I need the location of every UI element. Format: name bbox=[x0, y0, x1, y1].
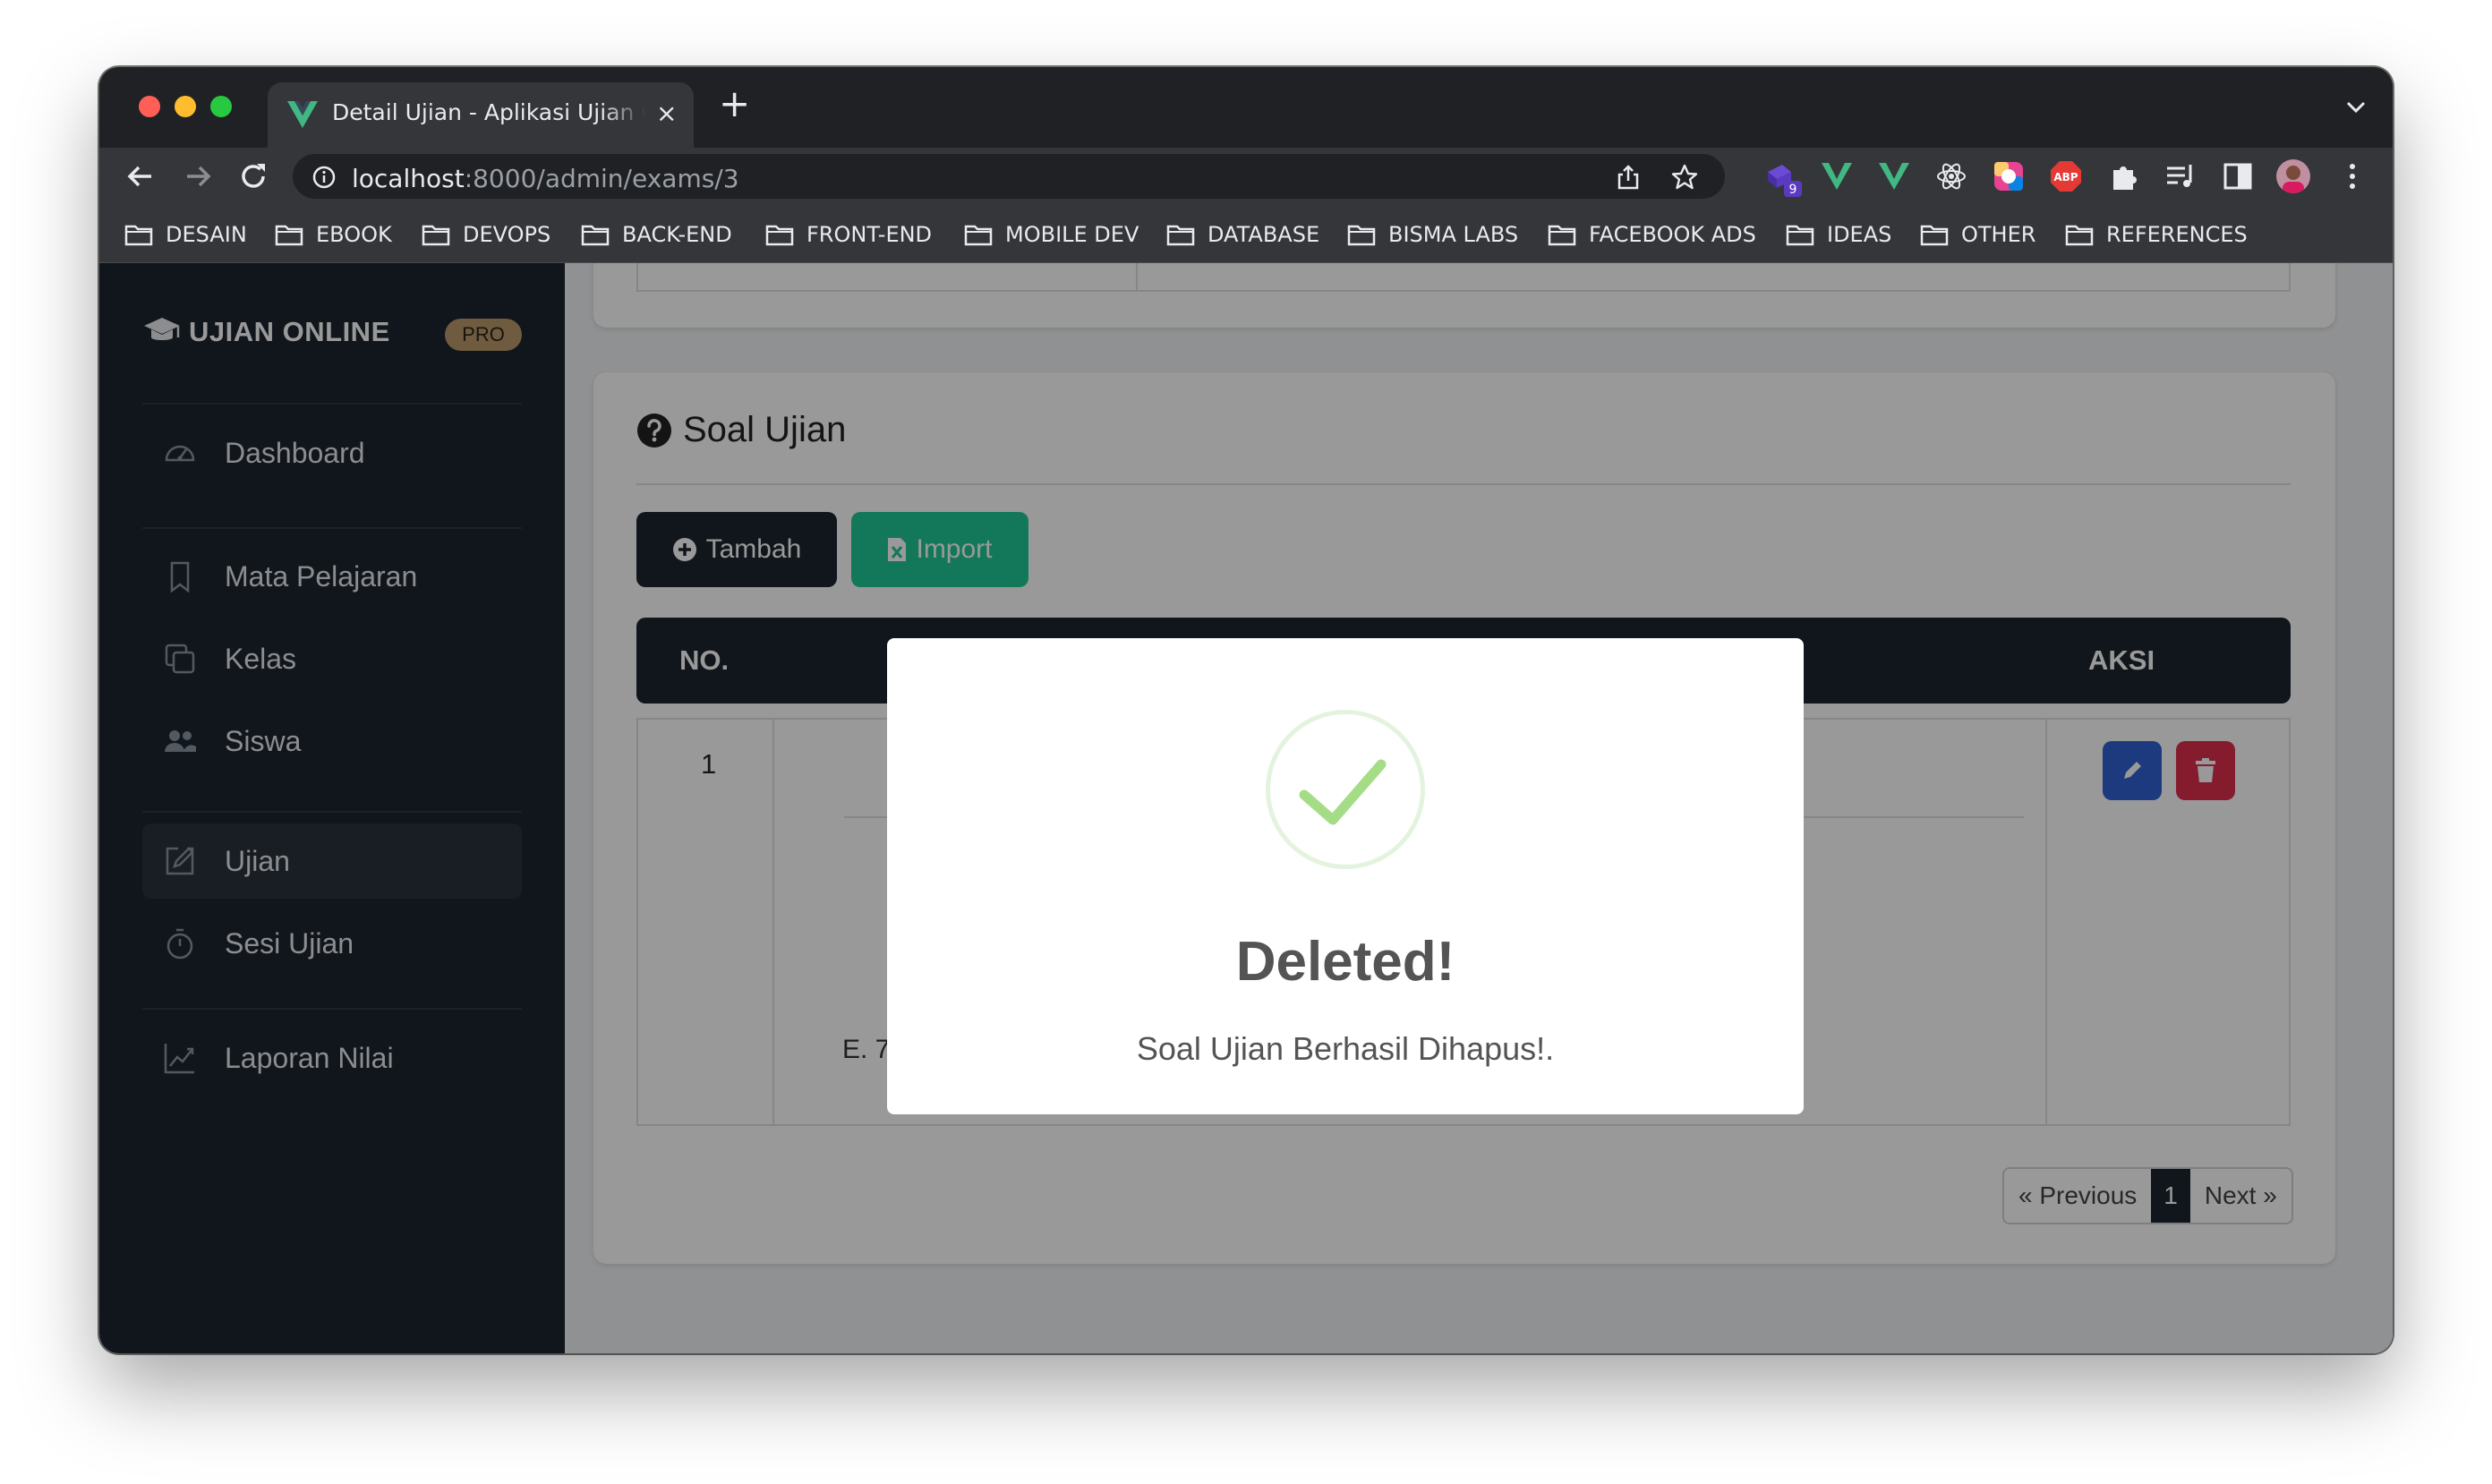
share-icon[interactable] bbox=[1616, 164, 1641, 191]
checkmark-icon bbox=[1299, 759, 1387, 825]
react-icon[interactable] bbox=[1934, 159, 1968, 193]
dialog-message: Soal Ujian Berhasil Dihapus!. bbox=[1136, 1030, 1555, 1067]
close-window-button[interactable] bbox=[139, 96, 160, 117]
more-icon[interactable] bbox=[2335, 159, 2369, 193]
bookmark-folder[interactable]: IDEAS bbox=[1786, 221, 1891, 248]
avatar[interactable] bbox=[2276, 159, 2310, 193]
side-panel-icon[interactable] bbox=[2221, 159, 2255, 193]
svg-text:9: 9 bbox=[1789, 183, 1797, 197]
folder-icon bbox=[422, 225, 450, 246]
success-dialog: Deleted! Soal Ujian Berhasil Dihapus!. bbox=[887, 638, 1804, 1114]
color-picker-icon[interactable] bbox=[1992, 159, 2026, 193]
bookmark-folder[interactable]: REFERENCES bbox=[2065, 221, 2248, 248]
folder-icon bbox=[1166, 225, 1195, 246]
bookmark-folder[interactable]: DATABASE bbox=[1166, 221, 1319, 248]
bookmark-folder[interactable]: FRONT-END bbox=[765, 221, 932, 248]
maximize-window-button[interactable] bbox=[210, 96, 232, 117]
tab-close-icon[interactable]: × bbox=[656, 98, 677, 128]
forward-icon[interactable] bbox=[180, 158, 216, 194]
bookmark-folder[interactable]: OTHER bbox=[1920, 221, 2035, 248]
vue-devtools-icon[interactable] bbox=[1820, 159, 1854, 193]
reload-icon[interactable] bbox=[235, 158, 271, 194]
bookmark-folder[interactable]: BISMA LABS bbox=[1347, 221, 1518, 248]
star-icon[interactable] bbox=[1671, 164, 1698, 191]
folder-icon bbox=[2065, 225, 2094, 246]
new-tab-button[interactable]: + bbox=[719, 85, 750, 123]
bookmark-folder[interactable]: DESAIN bbox=[124, 221, 247, 248]
folder-icon bbox=[1786, 225, 1814, 246]
folder-icon bbox=[1920, 225, 1949, 246]
bookmarks-bar: DESAIN EBOOK DEVOPS BACK-END FRONT-END M… bbox=[99, 205, 2393, 263]
chevron-down-icon[interactable] bbox=[2346, 101, 2366, 114]
url-text: localhost:8000/admin/exams/3 bbox=[352, 164, 739, 193]
back-icon[interactable] bbox=[123, 158, 158, 194]
folder-icon bbox=[765, 225, 794, 246]
vue-devtools-icon[interactable] bbox=[1877, 159, 1911, 193]
tab-strip: Detail Ujian - Aplikasi Ujian Online × + bbox=[99, 67, 2393, 148]
puzzle-icon[interactable] bbox=[2106, 159, 2140, 193]
browser-tab[interactable]: Detail Ujian - Aplikasi Ujian Online × bbox=[268, 82, 694, 148]
success-icon bbox=[1266, 710, 1425, 869]
media-queue-icon[interactable] bbox=[2163, 159, 2198, 193]
minimize-window-button[interactable] bbox=[175, 96, 196, 117]
extension-stack-icon[interactable]: 9 bbox=[1764, 159, 1802, 197]
bookmark-folder[interactable]: BACK-END bbox=[581, 221, 732, 248]
folder-icon bbox=[1548, 225, 1576, 246]
browser-toolbar: localhost:8000/admin/exams/3 9 ABP bbox=[99, 148, 2393, 205]
address-bar[interactable]: localhost:8000/admin/exams/3 bbox=[293, 154, 1725, 199]
bookmark-folder[interactable]: EBOOK bbox=[275, 221, 392, 248]
folder-icon bbox=[581, 225, 610, 246]
tab-title: Detail Ujian - Aplikasi Ujian Online bbox=[332, 99, 645, 125]
adblock-icon[interactable]: ABP bbox=[2049, 159, 2083, 193]
dialog-title: Deleted! bbox=[1235, 931, 1455, 993]
browser-window: Detail Ujian - Aplikasi Ujian Online × +… bbox=[99, 67, 2393, 1353]
folder-icon bbox=[124, 225, 153, 246]
info-icon[interactable] bbox=[312, 166, 336, 189]
folder-icon bbox=[964, 225, 993, 246]
folder-icon bbox=[1347, 225, 1376, 246]
bookmark-folder[interactable]: FACEBOOK ADS bbox=[1548, 221, 1756, 248]
svg-text:ABP: ABP bbox=[2053, 171, 2078, 183]
bookmark-folder[interactable]: MOBILE DEV bbox=[964, 221, 1139, 248]
folder-icon bbox=[275, 225, 303, 246]
bookmark-folder[interactable]: DEVOPS bbox=[422, 221, 550, 248]
vue-icon bbox=[287, 101, 318, 128]
